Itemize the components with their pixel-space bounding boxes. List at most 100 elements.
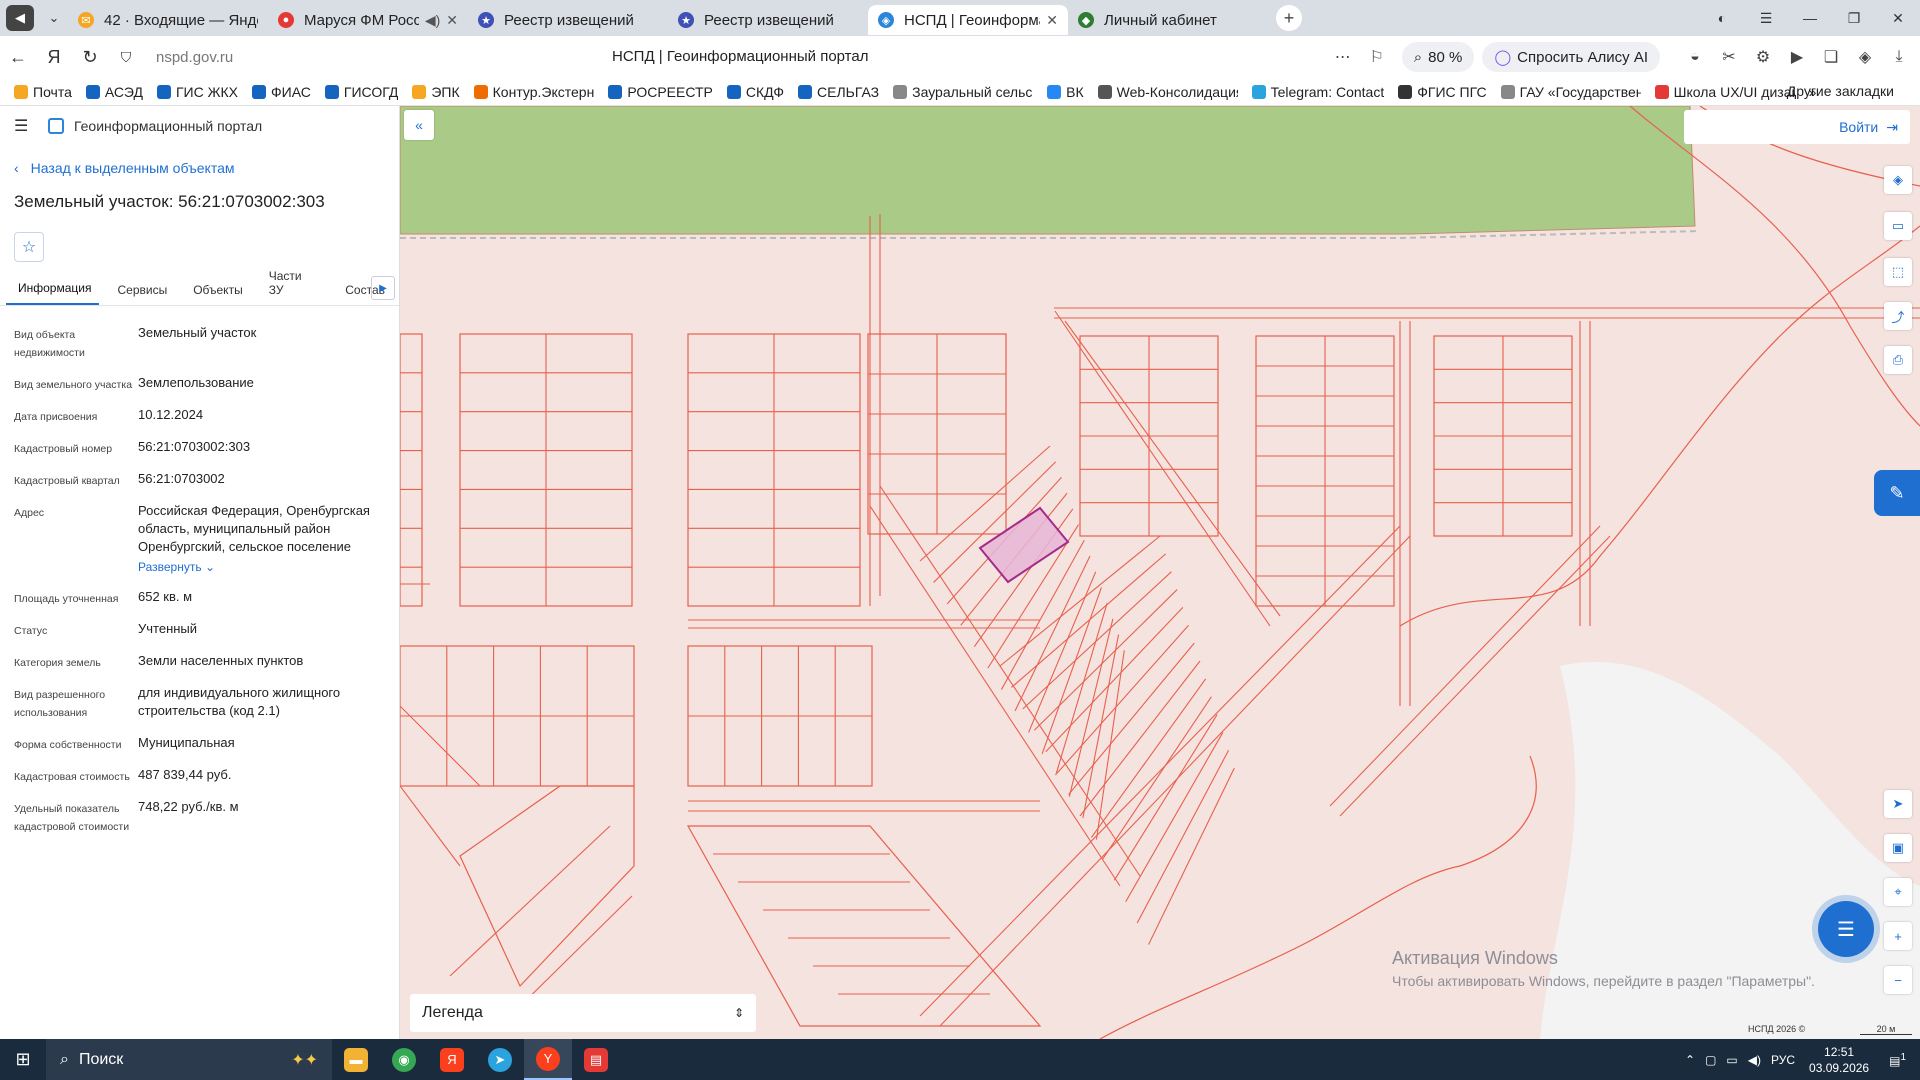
tab-objects[interactable]: Объекты [181,283,251,305]
chevron-up-icon[interactable]: ⌃ [1685,1053,1695,1067]
back-icon[interactable]: ← [0,47,36,68]
bookmark-icon [1097,84,1112,99]
tabs-scroll-right-icon[interactable]: ▶ [371,276,395,300]
yandex-icon[interactable]: Я [36,47,72,68]
bookmark-item[interactable]: ЭПК [412,84,460,100]
other-bookmarks[interactable]: Другие закладки [1787,83,1894,99]
clock[interactable]: 12:51 03.09.2026 [1809,1044,1869,1076]
tab-registry-1[interactable]: ★ Реестр извещений [468,5,668,35]
tab-services[interactable]: Сервисы [105,283,175,305]
bookmark-item[interactable]: Зауральный сельсовет [893,84,1033,100]
map-canvas[interactable]: « Войти ⇥ ◈ ▭ ⬚ ⤴ ⎙ ✎ ➤ ▣ ⌖ + − ☰ Легенда… [400,106,1920,1039]
attribute-label: Кадастровая стоимость [14,771,130,783]
layers-icon[interactable]: ◈ [1884,166,1912,194]
url-field[interactable]: nspd.gov.ru [156,49,456,66]
bookmark-item[interactable]: АСЭД [85,84,143,100]
assistant-icon[interactable]: ✎ [1874,470,1920,516]
back-link[interactable]: ‹ Назад к выделенным объектам [0,160,399,176]
close-tab-icon[interactable]: ✕ [1046,12,1058,29]
monitor-icon[interactable]: ▭ [1726,1053,1737,1067]
attribute-row: Категория земель Земли населенных пунктов [14,652,399,672]
security-icon[interactable]: ◈ [1848,47,1882,67]
zoom-button[interactable]: ⌕ 80 % [1401,42,1475,72]
windows-start-icon[interactable]: ⊞ [0,1049,46,1070]
pdf-app[interactable]: ▤ [572,1039,620,1080]
tab-info[interactable]: Информация [6,281,100,305]
sound-icon[interactable]: ◀ [6,5,34,31]
network-icon[interactable]: ▢ [1705,1053,1716,1067]
reload-icon[interactable]: ↻ [72,47,108,68]
login-icon: ⇥ [1886,118,1898,135]
notifications-icon[interactable]: ▤1 [1889,1052,1906,1068]
protect-icon[interactable]: ◒ [1678,48,1712,66]
tabs-dropdown-icon[interactable]: ⌄ [40,5,68,31]
bookmark-item[interactable]: ФИАС [252,84,311,100]
bookmark-item[interactable]: ГАУ «Государственная [1500,84,1641,100]
yandex-app[interactable]: Я [428,1039,476,1080]
yandex-browser-app[interactable]: Y [524,1039,572,1080]
tools-icon[interactable]: ✂ [1712,47,1746,67]
minimize-icon[interactable]: — [1788,10,1832,26]
bookmark-item[interactable]: РОСРЕЕСТР [608,84,713,100]
bookmark-item[interactable]: ГИСОГД [324,84,398,100]
menu-icon[interactable]: ☰ [1744,10,1788,27]
extensions-icon[interactable]: ⚙ [1746,47,1780,67]
profile-icon[interactable]: ◐ [1700,10,1744,26]
maximize-icon[interactable]: ❐ [1832,10,1876,27]
bookmark-item[interactable]: СЕЛЬГАЗ [798,84,879,100]
bookmark-item[interactable]: ВК [1047,84,1084,100]
bookmarks-bar: Почта АСЭД ГИС ЖКХ ФИАС ГИСОГД ЭПК Контур.Экст… [0,78,1920,106]
bookmark-item[interactable]: Telegram: Contact [1251,84,1384,100]
tab-mail[interactable]: ✉42 · Входящие — Яндекс Почта [68,5,268,35]
locate-icon[interactable]: ➤ [1884,790,1912,818]
zoom-in-icon[interactable]: + [1884,922,1912,950]
taskbar-search[interactable]: ⌕ Поиск ✦✦ [46,1039,332,1080]
login-button[interactable]: Войти ⇥ [1684,110,1910,144]
more-icon[interactable]: ⋯ [1326,47,1360,67]
explorer-app[interactable]: ▬ [332,1039,380,1080]
tab-marusya[interactable]: ●Маруся ФМ Россия◀)✕ [268,5,468,35]
legend-button[interactable]: Легенда ⇕ [410,994,756,1032]
bookmark-item[interactable]: ФГИС ПГС [1398,84,1487,100]
tab-nspd[interactable]: ◈НСПД | Геоинформационный портал✕ [868,5,1068,35]
bookmark-item[interactable]: Контур.Экстерн [473,84,594,100]
site-info-icon[interactable]: ⛉ [108,49,144,66]
ruler-icon[interactable]: ▭ [1884,212,1912,240]
attribute-value: 487 839,44 руб. [138,767,232,782]
language-indicator[interactable]: РУС [1771,1053,1795,1067]
bookmark-icon [324,84,339,99]
cadastral-map[interactable] [400,106,1920,1039]
chrome-app[interactable]: ◉ [380,1039,428,1080]
close-window-icon[interactable]: ✕ [1876,10,1920,27]
select-area-icon[interactable]: ⬚ [1884,258,1912,286]
collapse-panel-icon[interactable]: « [404,110,434,140]
bookmark-item[interactable]: СКДФ [726,84,784,100]
menu-burger-icon[interactable]: ☰ [14,116,32,136]
close-tab-icon[interactable]: ✕ [446,12,458,29]
tab-cabinet[interactable]: ◆ Личный кабинет [1068,5,1268,35]
downloads-icon[interactable]: ⤓ [1882,48,1916,66]
expand-updown-icon: ⇕ [733,1006,744,1020]
collections-icon[interactable]: ❏ [1814,47,1848,67]
favorite-star-icon[interactable]: ☆ [14,232,44,262]
bookmark-item[interactable]: Web-Консолидация [1097,84,1238,100]
mute-icon[interactable]: ◀) [425,12,440,29]
print-icon[interactable]: ⎙ [1884,346,1912,374]
bookmark-item[interactable]: ГИС ЖКХ [156,84,238,100]
expand-address-link[interactable]: Развернуть ⌄ [138,558,388,576]
share-icon[interactable]: ⤴ [1884,302,1912,330]
minimap-icon[interactable]: ▣ [1884,834,1912,862]
telegram-app[interactable]: ➤ [476,1039,524,1080]
media-icon[interactable]: ▶ [1780,47,1814,67]
bookmark-item[interactable]: Почта [14,84,72,100]
volume-icon[interactable]: ◀) [1748,1053,1761,1067]
zoom-out-icon[interactable]: − [1884,966,1912,994]
search-location-icon[interactable]: ⌖ [1884,878,1912,906]
chat-icon[interactable]: ☰ [1818,901,1874,957]
bookmark-item[interactable]: Школа UX/UI дизайна [1654,84,1795,100]
tab-parts[interactable]: Части ЗУ [257,269,328,305]
tab-registry-2[interactable]: ★ Реестр извещений [668,5,868,35]
bookmark-icon[interactable]: ⚐ [1360,47,1394,67]
new-tab-button[interactable]: + [1276,5,1302,31]
alice-button[interactable]: ◯ Спросить Алису AI [1482,42,1660,72]
